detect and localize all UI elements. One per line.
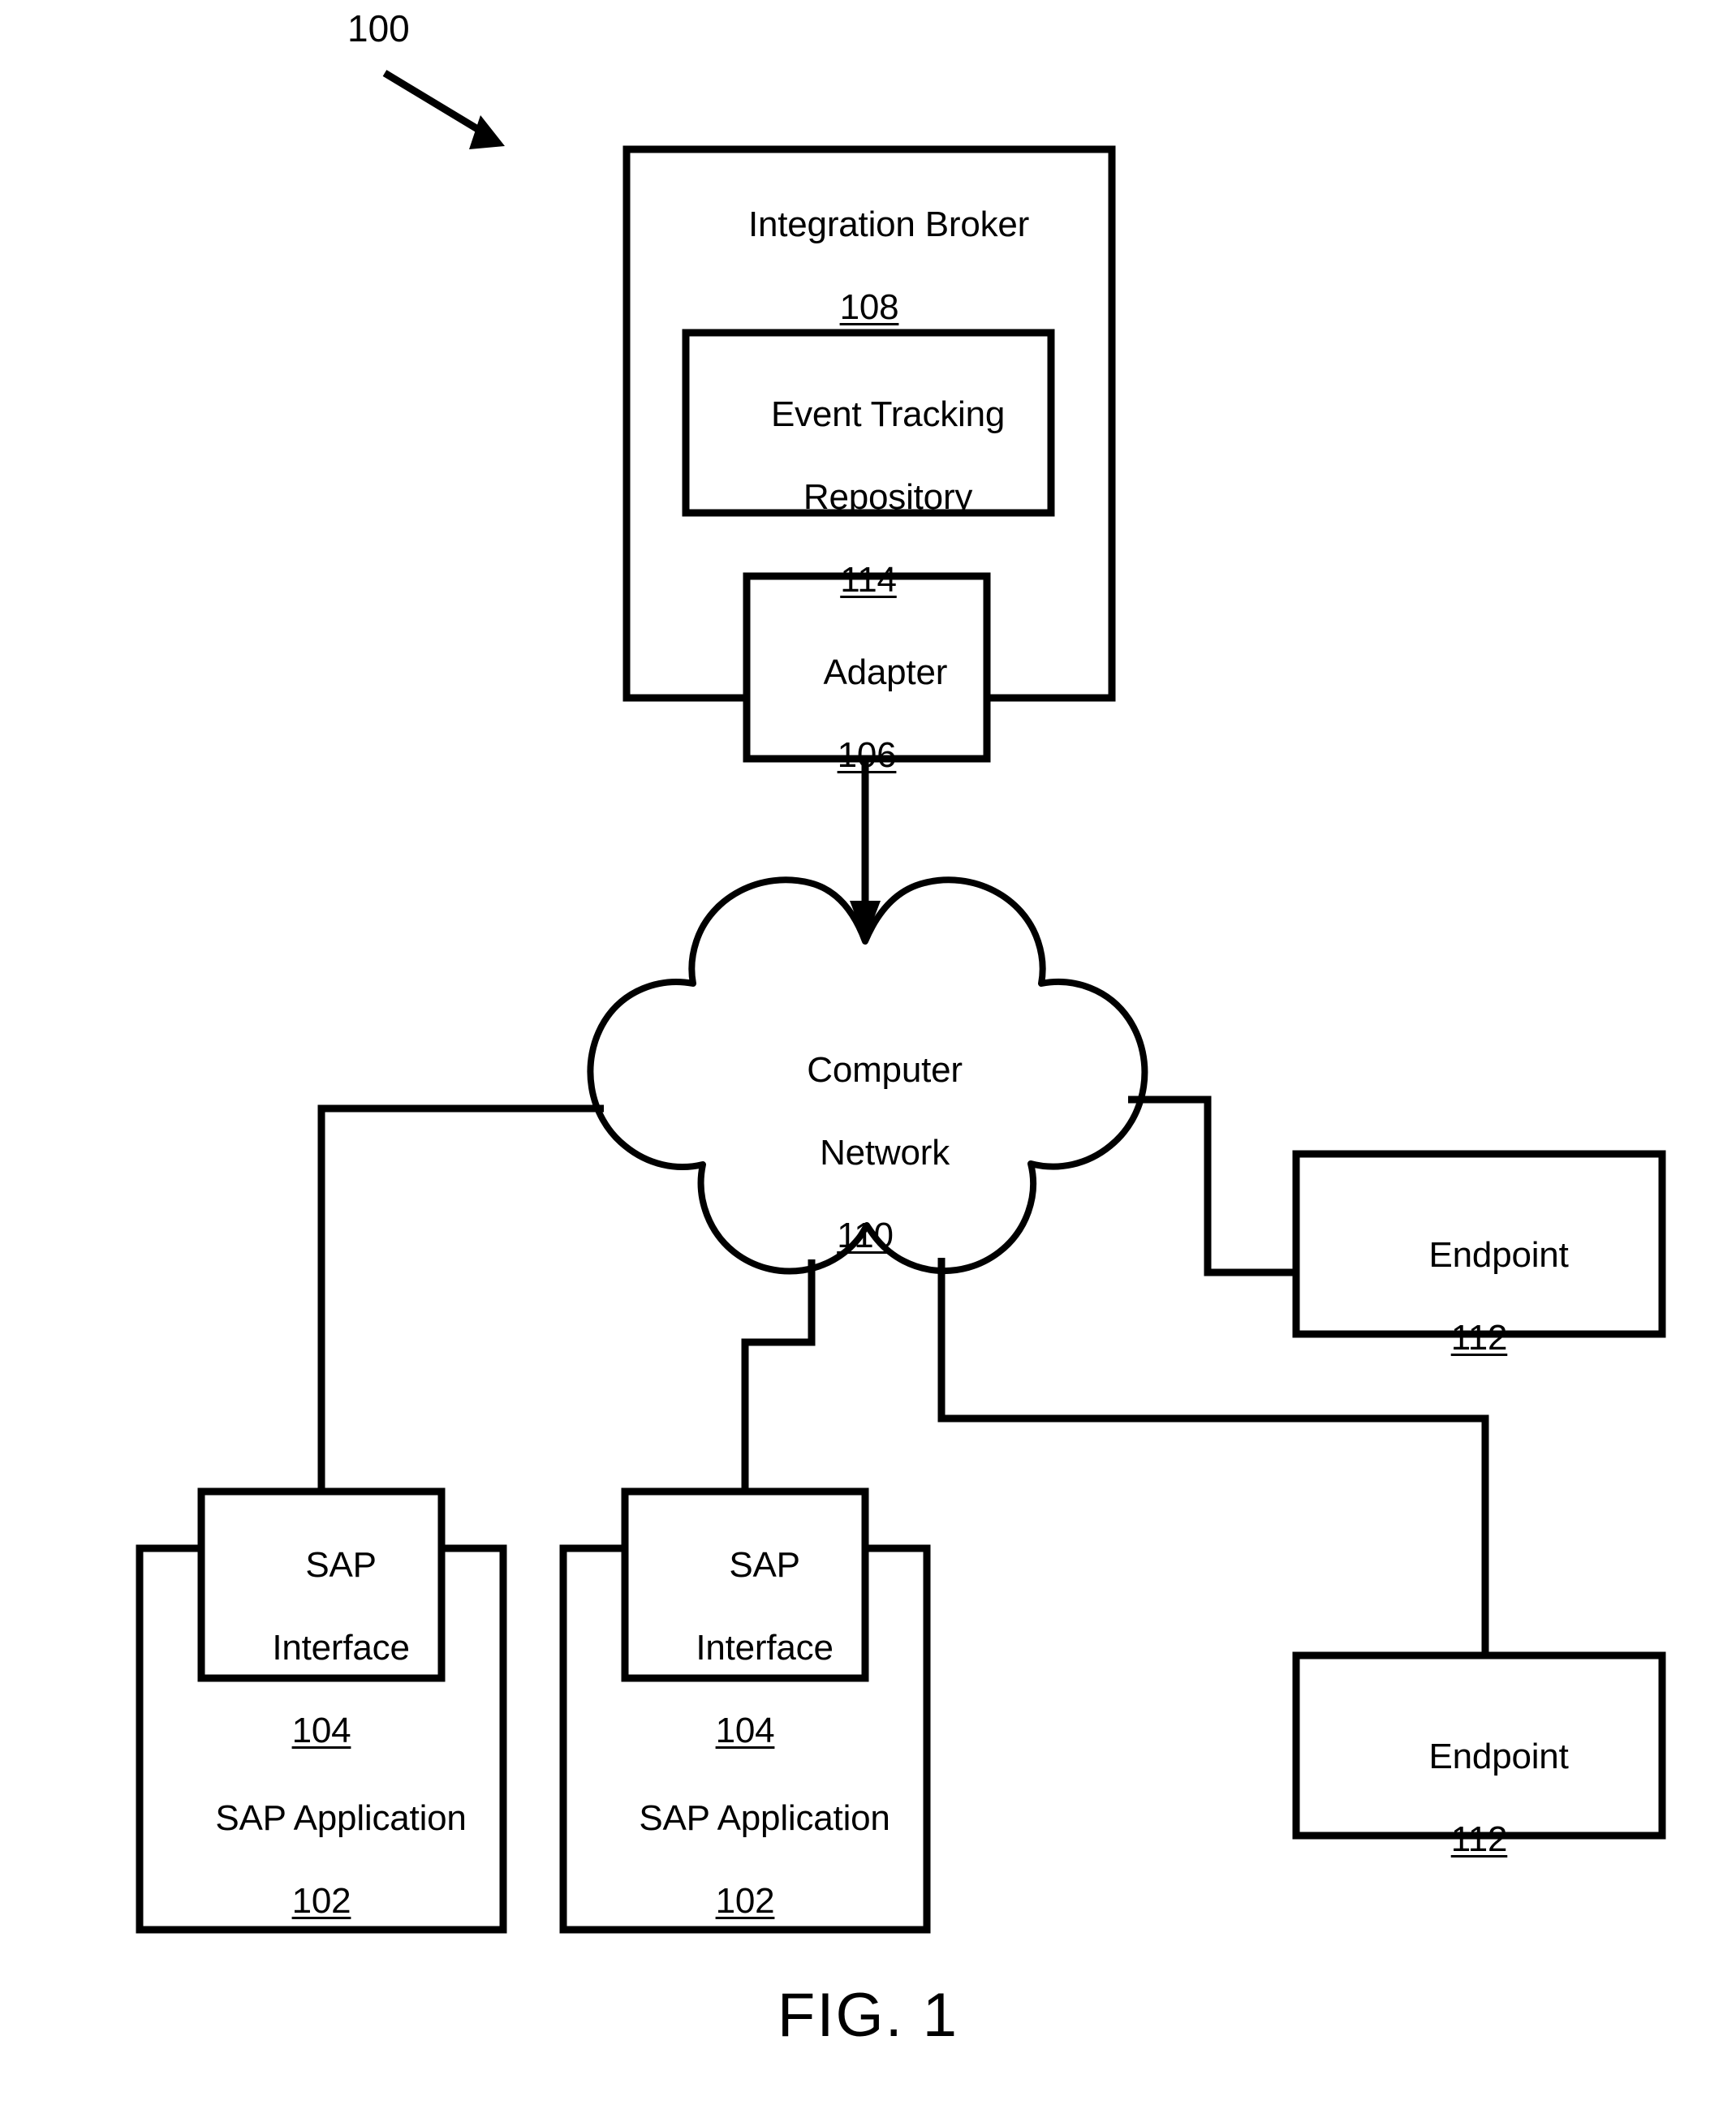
sap-interface-left-title-line2: Interface — [272, 1628, 410, 1668]
sap-application-left-title: SAP Application — [215, 1798, 467, 1839]
sap-interface-right-title-line2: Interface — [696, 1628, 834, 1668]
patent-figure: 100 Integration Broker 108 Event Trackin… — [0, 0, 1736, 2105]
sap-application-left-ref: 102 — [291, 1881, 351, 1922]
endpoint-bottom-title: Endpoint — [1428, 1737, 1569, 1777]
sap-application-right-label: SAP Application 102 — [563, 1756, 927, 2004]
event-tracking-repository-title-line1: Event Tracking — [770, 394, 1006, 435]
adapter-ref: 106 — [837, 735, 897, 776]
computer-network-label: Computer Network 110 — [719, 1008, 1011, 1339]
sap-interface-right-ref: 104 — [715, 1711, 775, 1751]
event-tracking-repository-ref: 114 — [840, 560, 897, 601]
endpoint-top-label: Endpoint 112 — [1296, 1193, 1662, 1441]
computer-network-title-line2: Network — [820, 1133, 950, 1173]
sap-interface-right-title-line1: SAP — [729, 1545, 800, 1586]
adapter-label: Adapter 106 — [747, 610, 987, 859]
adapter-title: Adapter — [823, 652, 948, 693]
sap-interface-left-title-line1: SAP — [305, 1545, 377, 1586]
integration-broker-ref: 108 — [839, 287, 899, 328]
endpoint-top-title: Endpoint — [1428, 1235, 1569, 1276]
network-to-sap-interface-left-connector — [317, 1104, 604, 1548]
network-to-endpoint-top-connector — [1128, 1096, 1296, 1276]
sap-interface-left-ref: 104 — [291, 1711, 351, 1751]
computer-network-title-line1: Computer — [807, 1050, 963, 1091]
sap-application-right-title: SAP Application — [639, 1798, 890, 1839]
event-tracking-repository-title-line2: Repository — [803, 477, 973, 518]
endpoint-bottom-label: Endpoint 112 — [1296, 1694, 1662, 1943]
sap-application-left-label: SAP Application 102 — [140, 1756, 503, 2004]
endpoint-top-ref: 112 — [1450, 1318, 1508, 1358]
figure-caption: FIG. 1 — [777, 1981, 959, 2050]
system-callout-leader — [382, 70, 505, 149]
endpoint-bottom-ref: 112 — [1450, 1819, 1508, 1860]
system-callout-number: 100 — [347, 7, 410, 50]
sap-application-right-ref: 102 — [715, 1881, 775, 1922]
computer-network-ref: 110 — [837, 1216, 894, 1256]
integration-broker-title: Integration Broker — [747, 204, 1030, 245]
